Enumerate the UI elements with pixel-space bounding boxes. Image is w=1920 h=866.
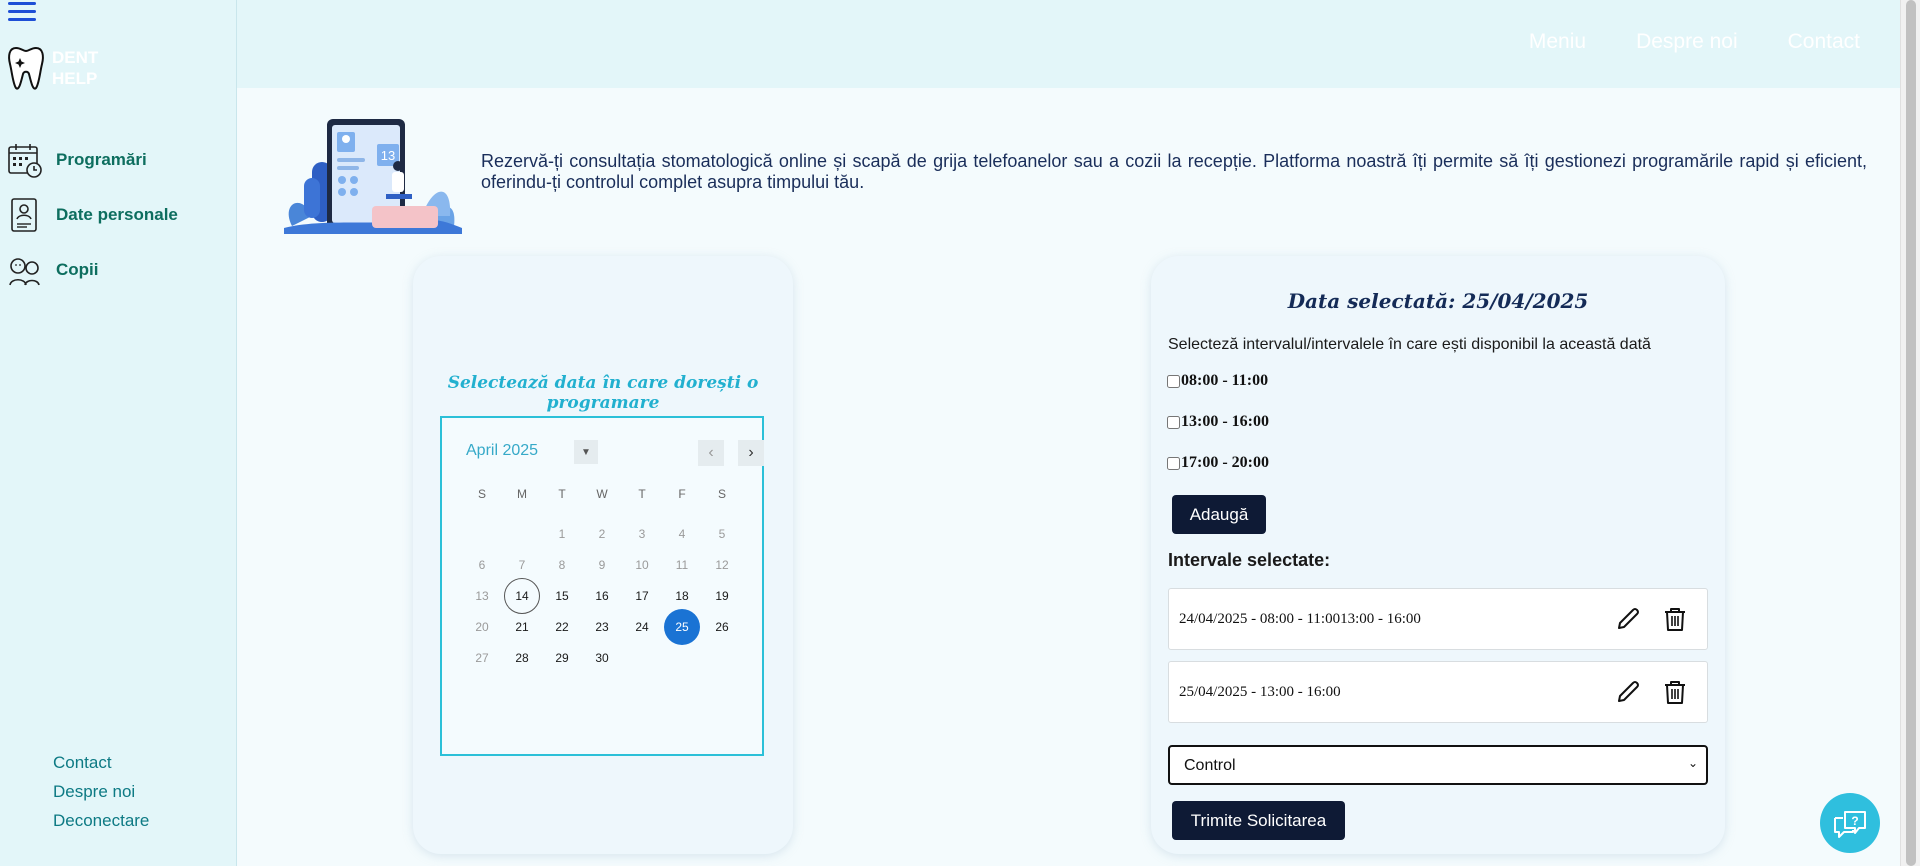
weekday-label: W	[596, 487, 608, 501]
footer-link-deconectare[interactable]: Deconectare	[53, 806, 149, 835]
appointment-type-value: Control	[1184, 757, 1236, 774]
page-scrollbar[interactable]	[1900, 0, 1920, 866]
intro-text: Rezervă-ți consultația stomatologică onl…	[481, 151, 1867, 192]
pencil-icon[interactable]	[1614, 605, 1642, 633]
calendar-day[interactable]: 28	[502, 639, 542, 677]
slot-label: 08:00 - 11:00	[1181, 372, 1269, 389]
calendar-heading: Selectează data în care dorești o progra…	[447, 373, 759, 413]
top-nav: Meniu Despre noi Contact	[1529, 30, 1860, 54]
slot-option[interactable]: 13:00 - 16:00	[1167, 413, 1269, 431]
trash-icon[interactable]	[1661, 678, 1689, 706]
calendar-day[interactable]: 30	[582, 639, 622, 677]
chevron-left-icon[interactable]: ‹	[698, 440, 724, 466]
topnav-link-contact[interactable]: Contact	[1788, 30, 1860, 54]
hamburger-menu-icon[interactable]	[8, 2, 36, 24]
logo: DENT HELP	[6, 44, 98, 92]
weekday-label: M	[517, 487, 527, 501]
chat-help-button[interactable]: ?	[1820, 793, 1880, 853]
footer-link-despre-noi[interactable]: Despre noi	[53, 777, 149, 806]
calendar-day-label: 27	[475, 651, 489, 665]
interval-instruction: Selecteză intervalul/intervalele în care…	[1168, 336, 1651, 353]
sidebar: DENT HELP Programări Date personale Copi…	[0, 0, 237, 866]
slot-checkbox[interactable]	[1167, 456, 1180, 470]
top-bar: Meniu Despre noi Contact	[237, 0, 1900, 88]
slot-checkbox[interactable]	[1167, 415, 1180, 429]
add-interval-button[interactable]: Adaugă	[1172, 495, 1266, 534]
calendar-empty-cell	[662, 639, 702, 677]
profile-icon	[6, 196, 44, 234]
sidebar-item-label: Programări	[56, 150, 147, 169]
weekday-label: S	[717, 487, 726, 501]
calendar-day: 27	[462, 639, 502, 677]
selection-card: Data selectată: 25/04/2025 Selecteză int…	[1151, 256, 1725, 854]
calendar-icon	[6, 141, 44, 179]
interval-text: 25/04/2025 - 13:00 - 16:00	[1179, 684, 1341, 700]
appointment-type-select[interactable]: Control ⌄	[1168, 745, 1708, 785]
slot-option[interactable]: 08:00 - 11:00	[1167, 372, 1268, 390]
slot-option[interactable]: 17:00 - 20:00	[1167, 454, 1269, 472]
sidebar-item-label: Date personale	[56, 205, 178, 224]
calendar-empty-cell	[702, 639, 742, 677]
month-label[interactable]: April 2025	[466, 442, 538, 460]
trash-icon[interactable]	[1661, 605, 1689, 633]
topnav-link-despre-noi[interactable]: Despre noi	[1636, 30, 1738, 54]
weekday-label: T	[638, 487, 646, 501]
weekday-label: F	[678, 487, 686, 501]
footer-link-contact[interactable]: Contact	[53, 748, 149, 777]
calendar-day[interactable]: 29	[542, 639, 582, 677]
calendar-empty-cell	[622, 639, 662, 677]
weekday-label: T	[558, 487, 566, 501]
interval-item: 24/04/2025 - 08:00 - 11:0013:00 - 16:00	[1168, 588, 1708, 650]
calendar-day-label: 29	[555, 651, 569, 665]
chevron-right-icon[interactable]: ›	[738, 440, 764, 466]
selected-intervals-heading: Intervale selectate:	[1168, 550, 1331, 570]
sidebar-footer: Contact Despre noi Deconectare	[53, 748, 149, 835]
calendar-card: Selectează data în care dorești o progra…	[413, 256, 793, 854]
chat-question-icon: ?	[1834, 811, 1866, 838]
interval-item: 25/04/2025 - 13:00 - 16:00	[1168, 661, 1708, 723]
calendar-day-label: 30	[595, 651, 609, 665]
sidebar-nav: Programări Date personale Copii	[6, 140, 178, 305]
sidebar-item-programari[interactable]: Programări	[6, 140, 178, 180]
scrollbar-thumb[interactable]	[1906, 0, 1916, 866]
selected-date-title: Data selectată: 25/04/2025	[1287, 289, 1589, 313]
sidebar-item-copii[interactable]: Copii	[6, 250, 178, 290]
weekday-header: S M T W T F S	[462, 487, 742, 501]
chevron-down-icon: ⌄	[1687, 756, 1698, 770]
interval-text: 24/04/2025 - 08:00 - 11:0013:00 - 16:00	[1179, 611, 1421, 627]
sidebar-item-date-personale[interactable]: Date personale	[6, 195, 178, 235]
illustration-date: 13	[381, 148, 395, 163]
logo-line2: HELP	[52, 69, 98, 88]
slot-checkbox[interactable]	[1167, 374, 1180, 388]
dental-app-illustration: 13	[284, 119, 462, 234]
date-picker: April 2025 ▼ ‹ › S M T W T F S 123456789…	[440, 416, 764, 756]
pencil-icon[interactable]	[1614, 678, 1642, 706]
weekday-label: S	[477, 487, 486, 501]
topnav-link-meniu[interactable]: Meniu	[1529, 30, 1586, 54]
svg-text:?: ?	[1851, 814, 1858, 828]
calendar-week-row: 27 28 29 30	[462, 639, 742, 677]
submit-request-button[interactable]: Trimite Solicitarea	[1172, 801, 1345, 840]
logo-line1: DENT	[52, 48, 99, 67]
sidebar-item-label: Copii	[56, 260, 99, 279]
month-dropdown-icon[interactable]: ▼	[574, 440, 598, 464]
tooth-icon	[8, 46, 44, 90]
slot-label: 17:00 - 20:00	[1181, 454, 1269, 471]
calendar-day-label: 28	[515, 651, 529, 665]
slot-label: 13:00 - 16:00	[1181, 413, 1269, 430]
children-icon	[6, 251, 44, 289]
